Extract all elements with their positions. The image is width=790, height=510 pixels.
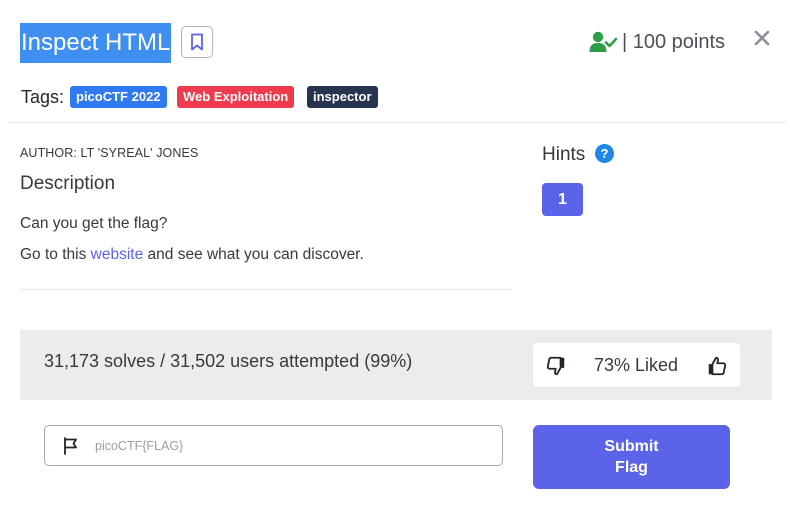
close-icon <box>754 30 770 46</box>
flag-input[interactable] <box>95 426 490 465</box>
website-link[interactable]: website <box>91 246 144 263</box>
description-text-link-line: Go to this website and see what you can … <box>20 246 364 264</box>
description-heading: Description <box>20 173 116 194</box>
solves-count: 31,173 solves / 31,502 users attempted (… <box>44 351 413 371</box>
tag-web-exploitation[interactable]: Web Exploitation <box>177 86 295 108</box>
flag-input-container <box>44 425 503 466</box>
tag-inspector[interactable]: inspector <box>307 86 378 108</box>
help-icon[interactable]: ? <box>595 144 614 163</box>
challenge-title: Inspect HTML <box>20 23 172 63</box>
thumbs-down-icon[interactable] <box>545 355 567 377</box>
user-check-icon <box>589 31 617 52</box>
tag-picoctf-2022[interactable]: picoCTF 2022 <box>70 86 167 108</box>
description-divider <box>20 289 511 290</box>
thumbs-up-icon[interactable] <box>706 355 728 377</box>
flag-icon <box>64 437 77 455</box>
hint-1-button[interactable]: 1 <box>542 183 583 216</box>
header-divider <box>8 122 786 123</box>
liked-percentage: 73% Liked <box>594 355 679 375</box>
points-label: | 100 points <box>622 31 726 53</box>
hints-heading: Hints <box>542 144 586 165</box>
bookmark-button[interactable] <box>181 26 213 58</box>
bookmark-icon <box>191 33 203 51</box>
submit-flag-button[interactable]: Submit Flag <box>533 425 730 489</box>
description-text-before: Go to this <box>20 246 91 263</box>
tags-label: Tags: <box>21 87 65 107</box>
description-text: Can you get the flag? <box>20 215 168 232</box>
author-label: AUTHOR: LT 'SYREAL' JONES <box>20 146 199 160</box>
description-text-after: and see what you can discover. <box>143 246 364 263</box>
close-button[interactable] <box>750 26 774 50</box>
submit-flag-label: Submit Flag <box>604 438 659 476</box>
